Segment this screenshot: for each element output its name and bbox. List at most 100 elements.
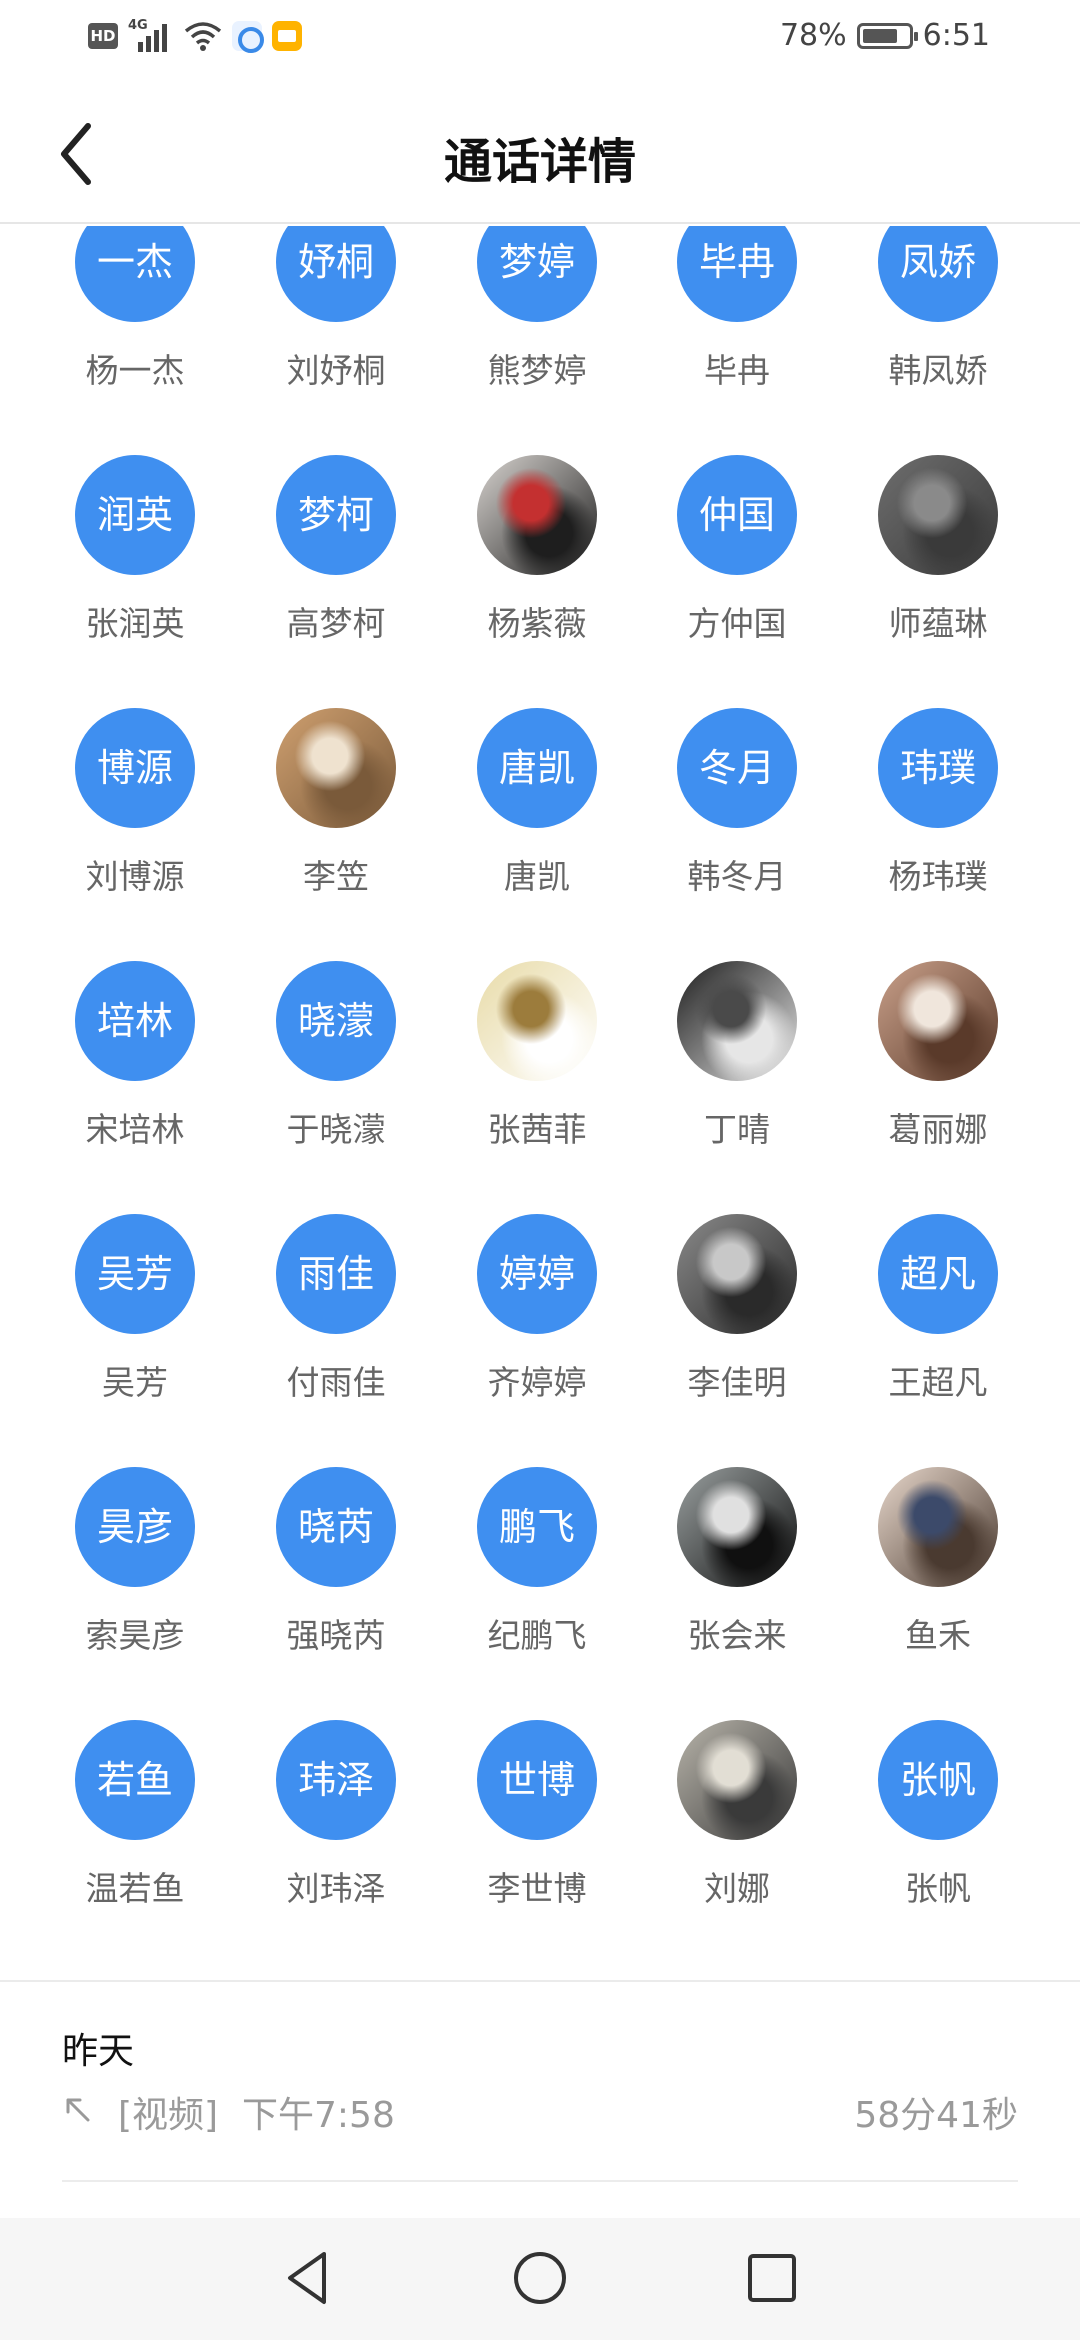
call-duration: 58分41秒 — [854, 2095, 1018, 2136]
participant-item[interactable]: 鹏飞 纪鹏飞 — [437, 1467, 637, 1667]
participant-item[interactable]: 师蕴琳 — [838, 455, 1038, 655]
participant-name: 毕冉 — [704, 351, 770, 390]
participant-item[interactable]: 超凡 王超凡 — [838, 1214, 1038, 1414]
participant-item[interactable]: 妤桐 刘妤桐 — [236, 226, 436, 402]
status-bar: HD 4G 78% 6:51 — [0, 0, 1080, 84]
participant-name: 方仲国 — [687, 604, 787, 643]
participant-name: 唐凯 — [504, 857, 570, 896]
participant-item[interactable]: 世博 李世博 — [437, 1720, 637, 1920]
avatar-initials: 毕冉 — [677, 226, 797, 322]
avatar-initials: 博源 — [75, 708, 195, 828]
participant-name: 刘娜 — [704, 1869, 770, 1908]
participant-name: 齐婷婷 — [487, 1363, 587, 1402]
participant-name: 王超凡 — [888, 1363, 988, 1402]
avatar-initials: 晓濛 — [276, 961, 396, 1081]
outgoing-arrow-icon — [66, 2098, 90, 2122]
participant-name: 杨玮璞 — [888, 857, 988, 896]
battery-percent: 78% — [779, 18, 847, 53]
avatar-photo — [276, 708, 396, 828]
participant-item[interactable]: 仲国 方仲国 — [637, 455, 837, 655]
participant-item[interactable]: 一杰 杨一杰 — [35, 226, 235, 402]
participant-name: 宋培林 — [85, 1110, 185, 1149]
call-type: [视频] — [118, 2095, 219, 2136]
participant-item[interactable]: 张帆 张帆 — [838, 1720, 1038, 1920]
avatar-initials: 晓芮 — [276, 1467, 396, 1587]
avatar-initials: 培林 — [75, 961, 195, 1081]
avatar-photo — [477, 961, 597, 1081]
participant-item[interactable]: 鱼禾 — [838, 1467, 1038, 1667]
participant-name: 熊梦婷 — [487, 351, 587, 390]
clock: 6:51 — [922, 18, 990, 53]
call-time: 下午7:58 — [242, 2095, 395, 2136]
participant-item[interactable]: 婷婷 齐婷婷 — [437, 1214, 637, 1414]
avatar-initials: 吴芳 — [75, 1214, 195, 1334]
participant-item[interactable]: 玮璞 杨玮璞 — [838, 708, 1038, 908]
avatar-photo — [878, 1467, 998, 1587]
participant-item[interactable]: 梦婷 熊梦婷 — [437, 226, 637, 402]
call-record: 昨天 [视频] 下午7:58 58分41秒 — [0, 1982, 1080, 2182]
avatar-photo — [677, 1720, 797, 1840]
signal-icon: 4G — [128, 18, 174, 52]
participant-item[interactable]: 凤娇 韩凤娇 — [838, 226, 1038, 402]
status-icons-left: HD 4G — [88, 18, 302, 53]
app-header: 通话详情 — [0, 84, 1080, 224]
participant-item[interactable]: 张会来 — [637, 1467, 837, 1667]
nav-home-icon[interactable] — [508, 2246, 572, 2310]
participant-item[interactable]: 葛丽娜 — [838, 961, 1038, 1161]
avatar-photo — [878, 961, 998, 1081]
avatar-initials: 一杰 — [75, 226, 195, 322]
battery-icon — [856, 22, 918, 49]
participant-item[interactable]: 冬月 韩冬月 — [637, 708, 837, 908]
avatar-photo — [677, 961, 797, 1081]
participant-name: 李世博 — [487, 1869, 587, 1908]
avatar-photo — [878, 455, 998, 575]
avatar-initials: 雨佳 — [276, 1214, 396, 1334]
participant-name: 刘妤桐 — [286, 351, 386, 390]
participant-item[interactable]: 昊彦 索昊彦 — [35, 1467, 235, 1667]
call-date: 昨天 — [62, 2031, 135, 2072]
participant-name: 葛丽娜 — [888, 1110, 988, 1149]
participant-item[interactable]: 毕冉 毕冉 — [637, 226, 837, 402]
participant-name: 张会来 — [687, 1616, 787, 1655]
participant-name: 杨一杰 — [85, 351, 185, 390]
participant-item[interactable]: 晓濛 于晓濛 — [236, 961, 436, 1161]
participant-item[interactable]: 博源 刘博源 — [35, 708, 235, 908]
participant-item[interactable]: 李笠 — [236, 708, 436, 908]
participant-name: 吴芳 — [102, 1363, 168, 1402]
participant-item[interactable]: 润英 张润英 — [35, 455, 235, 655]
participant-item[interactable]: 唐凯 唐凯 — [437, 708, 637, 908]
participant-item[interactable]: 若鱼 温若鱼 — [35, 1720, 235, 1920]
call-record-row[interactable]: [视频] 下午7:58 58分41秒 — [62, 2086, 1018, 2136]
participant-name: 高梦柯 — [286, 604, 386, 643]
avatar-photo — [477, 455, 597, 575]
participant-item[interactable]: 刘娜 — [637, 1720, 837, 1920]
avatar-initials: 妤桐 — [276, 226, 396, 322]
participant-item[interactable]: 玮泽 刘玮泽 — [236, 1720, 436, 1920]
nav-recents-icon[interactable] — [740, 2246, 804, 2310]
avatar-initials: 世博 — [477, 1720, 597, 1840]
participant-name: 李佳明 — [687, 1363, 787, 1402]
avatar-initials: 仲国 — [677, 455, 797, 575]
nav-back-icon[interactable] — [276, 2246, 340, 2310]
participant-name: 韩凤娇 — [888, 351, 988, 390]
participant-item[interactable]: 杨紫薇 — [437, 455, 637, 655]
mail-notification-icon — [272, 21, 302, 51]
participant-item[interactable]: 张茜菲 — [437, 961, 637, 1161]
avatar-initials: 若鱼 — [75, 1720, 195, 1840]
participant-name: 杨紫薇 — [487, 604, 587, 643]
avatar-photo — [677, 1214, 797, 1334]
participant-item[interactable]: 吴芳 吴芳 — [35, 1214, 235, 1414]
participant-item[interactable]: 晓芮 强晓芮 — [236, 1467, 436, 1667]
participant-name: 刘博源 — [85, 857, 185, 896]
participant-item[interactable]: 李佳明 — [637, 1214, 837, 1414]
participant-item[interactable]: 雨佳 付雨佳 — [236, 1214, 436, 1414]
participant-item[interactable]: 丁晴 — [637, 961, 837, 1161]
avatar-initials: 凤娇 — [878, 226, 998, 322]
avatar-initials: 唐凯 — [477, 708, 597, 828]
browser-notification-icon — [232, 21, 264, 53]
avatar-initials: 梦柯 — [276, 455, 396, 575]
avatar-initials: 润英 — [75, 455, 195, 575]
participant-item[interactable]: 梦柯 高梦柯 — [236, 455, 436, 655]
participants-grid: 一杰 杨一杰 妤桐 刘妤桐 梦婷 熊梦婷 毕冉 毕冉 凤娇 韩凤娇 润英 张润英 梦柯 高梦柯 杨紫薇 仲国方… — [0, 226, 1080, 1966]
participant-item[interactable]: 培林 宋培林 — [35, 961, 235, 1161]
